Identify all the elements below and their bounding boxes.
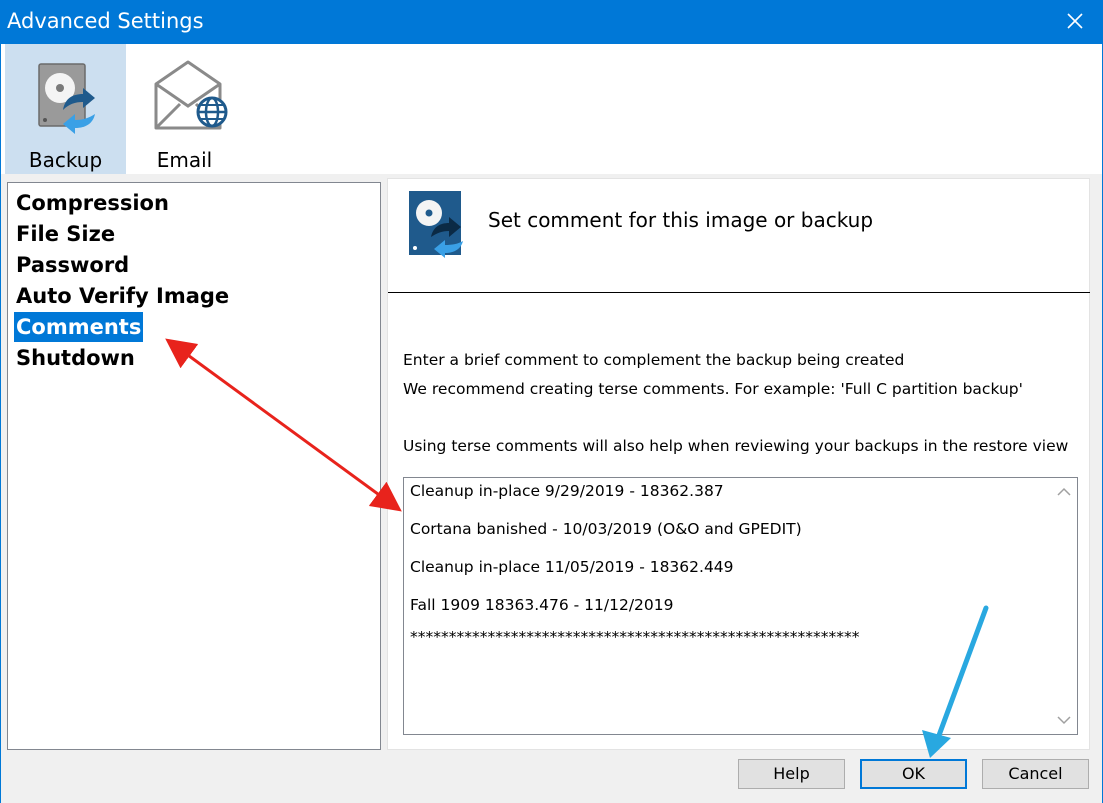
category-toolbar: Backup Email: [1, 44, 1102, 174]
chevron-up-icon[interactable]: [1056, 485, 1072, 497]
comment-line: ****************************************…: [410, 628, 860, 646]
toolbar-backup-button[interactable]: Backup: [5, 44, 126, 174]
title-bar: Advanced Settings: [0, 0, 1103, 44]
description-line-2: We recommend creating terse comments. Fo…: [403, 380, 1023, 398]
toolbar-email-label: Email: [156, 148, 213, 172]
comment-line: Cleanup in-place 11/05/2019 - 18362.449: [410, 558, 734, 576]
heading-divider: [388, 292, 1090, 293]
email-globe-icon: [154, 60, 228, 130]
toolbar-backup-label: Backup: [28, 148, 103, 172]
comment-textarea[interactable]: Cleanup in-place 9/29/2019 - 18362.387 C…: [403, 477, 1078, 735]
toolbar-email-button[interactable]: Email: [124, 44, 245, 174]
settings-content-panel: Set comment for this image or backup Ent…: [387, 178, 1090, 750]
list-item-file-size[interactable]: File Size: [14, 219, 117, 249]
comment-line: Cleanup in-place 9/29/2019 - 18362.387: [410, 482, 724, 500]
close-button[interactable]: [1047, 0, 1103, 44]
window-title: Advanced Settings: [7, 9, 204, 33]
description-line-1: Enter a brief comment to complement the …: [403, 351, 905, 369]
backup-disk-icon: [38, 63, 95, 134]
help-button[interactable]: Help: [738, 759, 845, 789]
cancel-button[interactable]: Cancel: [982, 759, 1089, 789]
chevron-down-icon[interactable]: [1056, 715, 1072, 727]
comment-line: Cortana banished - 10/03/2019 (O&O and G…: [410, 520, 802, 538]
list-item-compression[interactable]: Compression: [14, 188, 171, 218]
backup-disk-icon: [409, 191, 463, 258]
comment-line: Fall 1909 18363.476 - 11/12/2019: [410, 596, 674, 614]
list-item-password[interactable]: Password: [14, 250, 131, 280]
settings-list: Compression File Size Password Auto Veri…: [7, 182, 381, 750]
close-icon: [1067, 13, 1083, 29]
vertical-scrollbar[interactable]: [1051, 478, 1077, 734]
list-item-comments[interactable]: Comments: [14, 312, 144, 342]
section-heading: Set comment for this image or backup: [488, 208, 874, 232]
description-line-3: Using terse comments will also help when…: [403, 437, 1069, 455]
list-item-shutdown[interactable]: Shutdown: [14, 343, 137, 373]
ok-button[interactable]: OK: [860, 759, 967, 789]
list-item-auto-verify-image[interactable]: Auto Verify Image: [14, 281, 231, 311]
